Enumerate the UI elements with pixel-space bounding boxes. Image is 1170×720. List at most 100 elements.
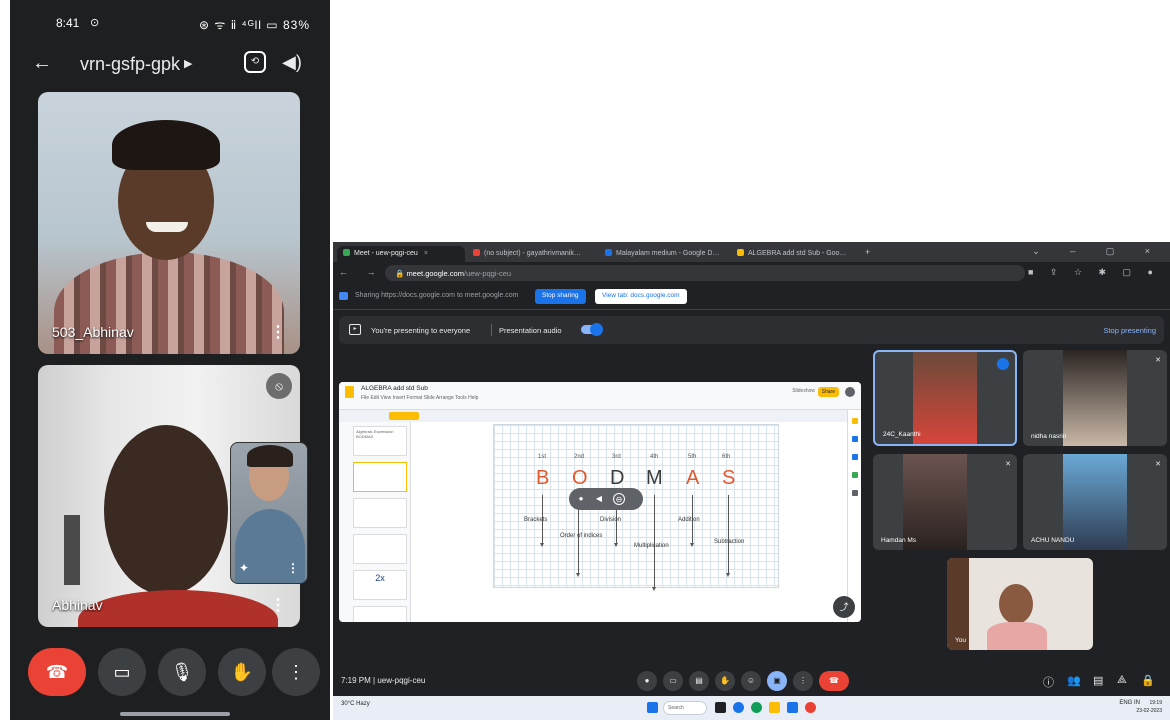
participant-video xyxy=(1063,350,1127,446)
share-icon[interactable]: ⤴ xyxy=(833,596,855,618)
participant-name: 24C_Kaanthi xyxy=(883,431,921,438)
effects-icon[interactable]: ✦ xyxy=(239,561,249,575)
more-options-button[interactable]: ⋮ xyxy=(793,671,813,691)
add-on-icon[interactable] xyxy=(852,490,858,496)
arrow-down-icon xyxy=(652,495,656,591)
more-options-icon[interactable]: ⋮ xyxy=(270,322,286,342)
participant-tile-nidha-nasrin[interactable]: ✕ nidha nasrin xyxy=(1023,350,1167,446)
call-header: ← vrn-gsfp-gpk ▶ ⟲ ◀) xyxy=(10,48,330,84)
self-tile[interactable]: You xyxy=(947,558,1093,650)
mic-icon[interactable]: ● xyxy=(575,493,587,505)
order-label: 3rd xyxy=(612,454,621,460)
chat-icon[interactable]: ▤ xyxy=(1093,674,1103,687)
maps-icon[interactable] xyxy=(852,472,858,478)
divider xyxy=(491,324,492,336)
tab-gmail[interactable]: (no subject) - gayathrivmanik… xyxy=(467,246,597,262)
weather-widget[interactable]: 30°C Hazy xyxy=(341,701,370,707)
slide-thumbnail[interactable]: 1Algebraic Expression BODMAS xyxy=(353,426,407,456)
view-tab-button[interactable]: View tab: docs.google.com xyxy=(595,289,687,304)
participant-tile-503-abhinav[interactable]: 503_Abhinav ⋮ xyxy=(38,92,300,354)
slides-toolbar[interactable] xyxy=(339,410,861,422)
bodmas-letter: A xyxy=(686,467,700,489)
store-icon[interactable] xyxy=(787,702,798,713)
audio-icon[interactable]: ◀ xyxy=(593,493,605,505)
raise-hand-button[interactable]: ✋ xyxy=(715,671,735,691)
new-tab-icon[interactable]: + xyxy=(865,247,870,257)
participant-tile-achu-nandu[interactable]: ✕ ACHU NANDU xyxy=(1023,454,1167,550)
tab-meet[interactable]: Meet - uew-pqgi-ceu × xyxy=(337,246,465,262)
camera-button[interactable]: ▭ xyxy=(663,671,683,691)
order-label: 5th xyxy=(688,454,697,460)
info-icon[interactable]: ⓘ xyxy=(1043,674,1054,690)
stop-present-icon[interactable]: ⊖ xyxy=(613,493,625,505)
extension-icons[interactable]: ■ ⇪ ☆ ✱ ▢ ● xyxy=(1028,267,1160,278)
presentation-audio-toggle[interactable] xyxy=(581,323,603,336)
chevron-right-icon[interactable]: ▶ xyxy=(184,57,192,70)
microphone-button[interactable]: ● xyxy=(637,671,657,691)
speaker-icon[interactable]: ◀) xyxy=(282,52,302,73)
people-icon[interactable]: 👥 xyxy=(1067,674,1081,687)
slides-doc-title[interactable]: ALGEBRA add std Sub xyxy=(361,385,428,392)
camera-button[interactable]: ▭ xyxy=(98,648,146,696)
rule-word: Addition xyxy=(678,517,700,523)
taskbar-search[interactable]: Search xyxy=(663,701,707,715)
rule-word: Subtraction xyxy=(714,539,745,545)
slideshow-button[interactable]: Slideshow xyxy=(792,388,815,394)
stop-presenting-button[interactable]: Stop presenting xyxy=(1103,326,1156,335)
slide-thumbnail[interactable]: 4 xyxy=(353,534,407,564)
more-options-icon[interactable]: ⋮ xyxy=(270,595,286,615)
file-explorer-icon[interactable] xyxy=(769,702,780,713)
participant-video xyxy=(903,454,967,550)
slide-thumbnail[interactable]: 3 xyxy=(353,498,407,528)
participant-tile-24c-kaanthi[interactable]: 24C_Kaanthi xyxy=(873,350,1017,446)
tasks-icon[interactable] xyxy=(852,436,858,442)
close-tab-icon[interactable]: × xyxy=(424,250,428,257)
more-options-icon[interactable]: ⋮ xyxy=(287,561,299,575)
more-options-button[interactable]: ⋮ xyxy=(272,648,320,696)
present-button[interactable]: ▣ xyxy=(767,671,787,691)
thumb-text: Algebraic Expression BODMAS xyxy=(356,429,394,439)
back-arrow-icon[interactable]: ← xyxy=(32,52,52,75)
participant-tile-hamdan-ms[interactable]: ✕ Hamdan Ms xyxy=(873,454,1017,550)
end-call-button[interactable]: ☎ xyxy=(819,671,849,691)
arrow-down-icon xyxy=(726,495,730,577)
home-indicator[interactable] xyxy=(120,712,230,716)
edge-icon[interactable] xyxy=(751,702,762,713)
call-controls: ☎ ▭ 🎙 ✋ ⋮ xyxy=(10,648,330,698)
task-view-icon[interactable] xyxy=(715,702,726,713)
slide-thumbnail[interactable]: 6 xyxy=(353,606,407,622)
activities-icon[interactable]: ⟁ xyxy=(1117,674,1127,687)
app-icon[interactable] xyxy=(733,702,744,713)
slides-share-button[interactable]: Share xyxy=(817,387,839,397)
slides-favicon-icon xyxy=(737,249,744,256)
meeting-code[interactable]: vrn-gsfp-gpk xyxy=(80,54,180,75)
status-icons: ⊛ ᯤ ⅱ ⁴ᴳll ▭ 83% xyxy=(199,18,310,32)
chrome-icon[interactable] xyxy=(805,702,816,713)
address-bar[interactable]: 🔒 meet.google.com/uew-pqgi-ceu xyxy=(385,265,1025,281)
self-view-tile[interactable]: ✦ ⋮ xyxy=(230,442,308,584)
stop-sharing-button[interactable]: Stop sharing xyxy=(535,289,586,304)
taskbar-clock[interactable]: 19:19 23-02-2023 xyxy=(1136,699,1162,715)
end-call-button[interactable]: ☎ xyxy=(28,648,86,696)
toolbar-highlight[interactable] xyxy=(389,412,419,420)
slides-side-panel xyxy=(847,410,861,622)
address-bar-row: ← → C 🔒 meet.google.com/uew-pqgi-ceu ■ ⇪… xyxy=(333,262,1170,284)
tab-slides[interactable]: ALGEBRA add std Sub - Goo… xyxy=(731,246,859,262)
microphone-button[interactable]: 🎙 xyxy=(158,648,206,696)
captions-button[interactable]: ▤ xyxy=(689,671,709,691)
slide-thumbnail[interactable]: 2 xyxy=(353,462,407,492)
contacts-icon[interactable] xyxy=(852,454,858,460)
raise-hand-button[interactable]: ✋ xyxy=(218,648,266,696)
window-controls[interactable]: ⌄ – ▢ × xyxy=(1032,246,1164,257)
tab-google-docs[interactable]: Malayalam medium - Google D… xyxy=(599,246,729,262)
keep-icon[interactable] xyxy=(852,418,858,424)
lock-icon[interactable]: 🔒 xyxy=(1141,674,1155,687)
windows-start-icon[interactable] xyxy=(647,702,658,713)
slide-thumbnail[interactable]: 52x xyxy=(353,570,407,600)
url-path: /uew-pqgi-ceu xyxy=(463,269,512,278)
slides-menu-bar[interactable]: File Edit View Insert Format Slide Arran… xyxy=(361,395,478,401)
presentation-floating-controls: ● ◀ ⊖ xyxy=(569,488,643,510)
avatar[interactable] xyxy=(845,387,855,397)
switch-camera-icon[interactable]: ⟲ xyxy=(244,51,266,73)
reactions-button[interactable]: ☺ xyxy=(741,671,761,691)
